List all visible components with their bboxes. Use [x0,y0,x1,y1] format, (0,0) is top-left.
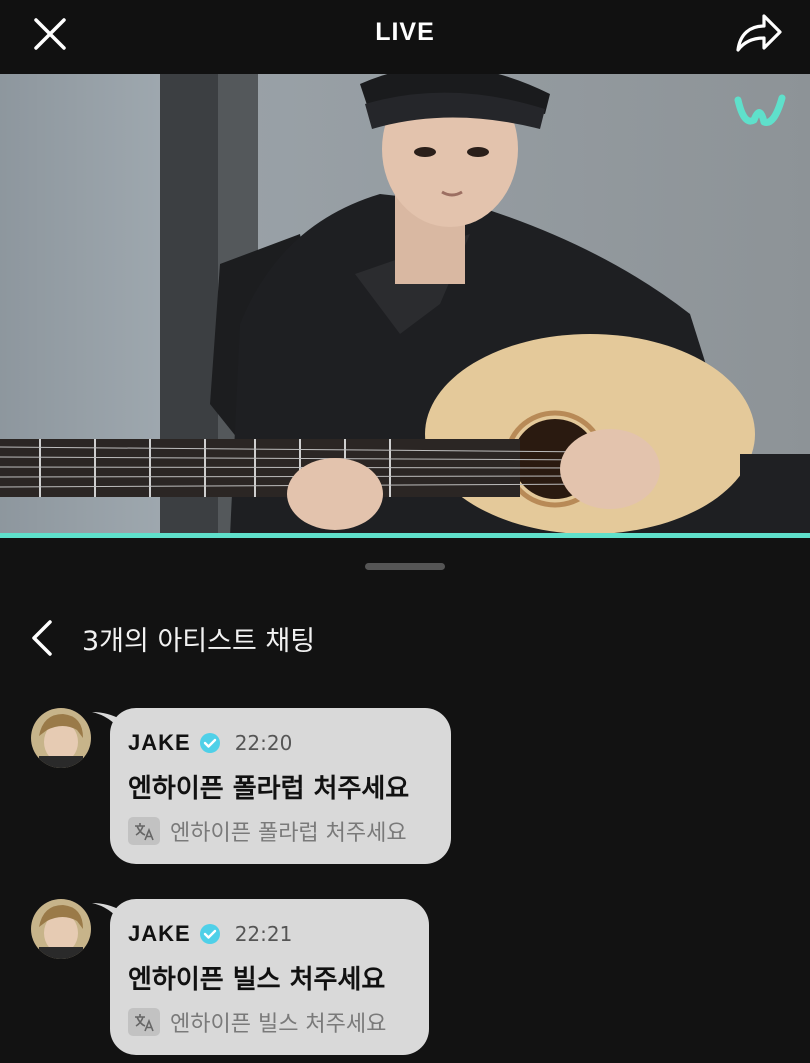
chat-message: JAKE 22:20 엔하이픈 폴라럽 처주세요 엔하이픈 폴라럽 처주세요 [0,708,810,868]
chat-title: 3개의 아티스트 채팅 [82,626,316,657]
drag-handle[interactable] [365,563,445,570]
share-icon [736,14,782,52]
sender-name: JAKE [128,921,191,946]
translation-row[interactable]: 엔하이픈 폴라럽 처주세요 [128,815,407,847]
message-bubble[interactable]: JAKE 22:21 엔하이픈 빌스 처주세요 엔하이픈 빌스 처주세요 [110,899,429,1055]
weverse-logo-icon [734,92,794,132]
video-frame [0,74,810,536]
avatar[interactable] [31,899,91,959]
verified-badge-icon [199,733,220,753]
chat-message: JAKE 22:21 엔하이픈 빌스 처주세요 엔하이픈 빌스 처주세요 [0,899,810,1059]
translation-text: 엔하이픈 폴라럽 처주세요 [170,821,407,846]
message-text: 엔하이픈 빌스 처주세요 [128,965,386,995]
video-progress-bar [0,533,810,538]
translation-row[interactable]: 엔하이픈 빌스 처주세요 [128,1006,386,1038]
sender-name: JAKE [128,730,191,755]
back-button[interactable] [28,618,58,658]
translate-icon [128,1008,160,1036]
message-bubble[interactable]: JAKE 22:20 엔하이픈 폴라럽 처주세요 엔하이픈 폴라럽 처주세요 [110,708,451,864]
share-button[interactable] [734,10,784,56]
translate-icon [128,817,160,845]
message-time: 22:21 [234,922,293,946]
translation-text: 엔하이픈 빌스 처주세요 [170,1012,387,1037]
verified-badge-icon [199,924,220,944]
page-title: LIVE [375,18,435,46]
video-progress-fill [0,533,810,538]
message-time: 22:20 [234,731,293,755]
avatar[interactable] [31,708,91,768]
live-video[interactable] [0,74,810,536]
top-bar: LIVE [0,0,810,74]
chevron-left-icon [32,620,52,656]
message-text: 엔하이픈 폴라럽 처주세요 [128,774,410,804]
